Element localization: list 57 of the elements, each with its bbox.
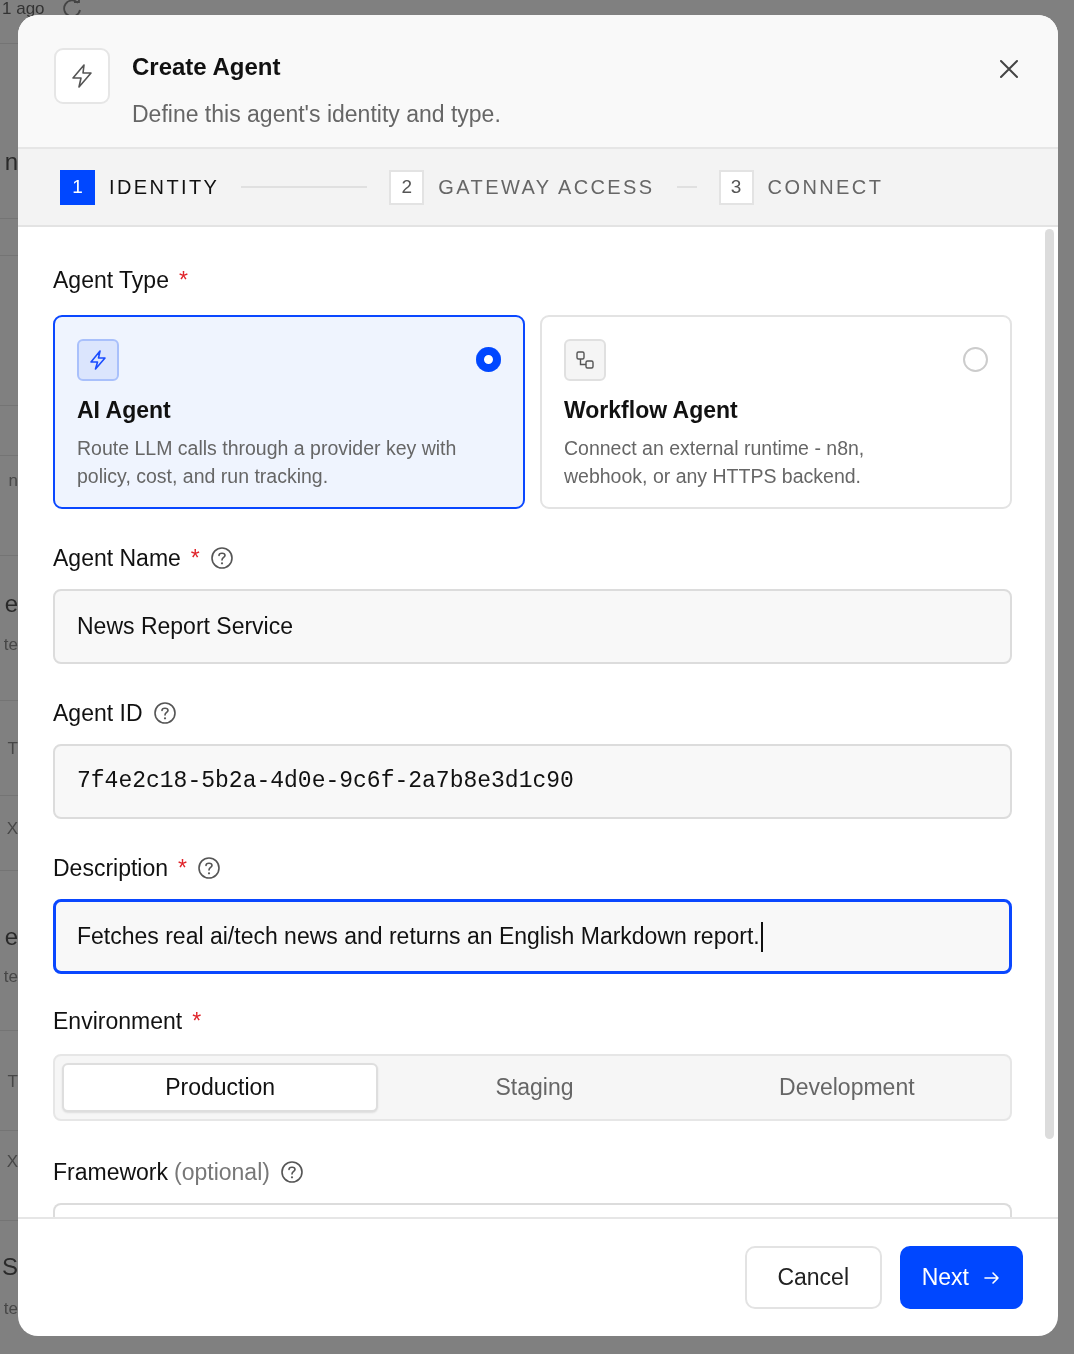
background-text: 1 ago xyxy=(2,0,45,17)
required-mark: * xyxy=(178,853,187,883)
help-icon xyxy=(279,1160,304,1184)
help-icon xyxy=(152,701,177,725)
field-label: Description xyxy=(53,853,169,883)
dialog-subtitle: Define this agent's identity and type. xyxy=(132,100,501,129)
agent-type-card[interactable]: Workflow Agent Connect an external runtime - n8n, webhook, or any HTTPS backend. xyxy=(540,315,1012,509)
required-mark: * xyxy=(178,265,188,295)
optional-hint: (optional) xyxy=(174,1157,270,1187)
field-label: Agent Type xyxy=(53,265,169,295)
help-icon xyxy=(209,546,234,570)
field-label: Agent Name xyxy=(53,543,181,573)
step-number: 1 xyxy=(60,169,95,205)
background-text: X xyxy=(6,1153,18,1170)
next-button[interactable]: Next xyxy=(899,1246,1023,1309)
background-text: X xyxy=(6,820,18,837)
cancel-button[interactable]: Cancel xyxy=(744,1246,882,1309)
required-mark: * xyxy=(192,1006,202,1036)
scrollbar[interactable] xyxy=(1045,229,1054,1139)
background-text: te xyxy=(3,968,18,985)
step-label: CONNECT xyxy=(767,175,884,200)
card-description: Route LLM calls through a provider key with policy, cost, and run tracking. xyxy=(77,435,458,489)
background-text: e xyxy=(4,925,18,949)
agent-type-card[interactable]: AI Agent Route LLM calls through a provider key with policy, cost, and run tracking. xyxy=(53,315,525,509)
field-label: Agent ID xyxy=(53,698,143,728)
card-title: Workflow Agent xyxy=(564,396,739,425)
step-label: GATEWAY ACCESS xyxy=(438,175,655,200)
field-label: Environment xyxy=(53,1006,183,1036)
input-field[interactable]: News Report Service xyxy=(53,589,1012,664)
radio-button[interactable] xyxy=(476,347,501,372)
field-label: Framework xyxy=(53,1157,168,1187)
environment-option[interactable]: Staging xyxy=(378,1063,691,1112)
help-icon xyxy=(197,856,221,880)
input-field[interactable]: Fetches real ai/tech news and returns an English Markdown report. xyxy=(53,899,1012,974)
card-description: Connect an external runtime - n8n, webhook, or any HTTPS backend. xyxy=(564,435,866,489)
background-text: te xyxy=(3,636,18,653)
input-field[interactable]: 7f4e2c18-5b2a-4d0e-9c6f-2a7b8e3d1c90 xyxy=(53,744,1012,819)
environment-option[interactable]: Production xyxy=(62,1063,379,1112)
step-label: IDENTITY xyxy=(109,175,220,200)
background-text: S xyxy=(2,1255,18,1279)
bolt-icon xyxy=(54,48,110,104)
workflow-icon xyxy=(564,339,606,381)
background-text: te xyxy=(3,1300,18,1317)
text-caret xyxy=(760,921,763,952)
card-title: AI Agent xyxy=(77,396,172,425)
background-text: n xyxy=(8,472,18,489)
bolt-icon xyxy=(77,339,119,381)
background-text: n xyxy=(4,150,18,174)
required-mark: * xyxy=(190,543,200,573)
radio-button[interactable] xyxy=(963,347,988,372)
background-text: T xyxy=(7,740,18,757)
background-text: e xyxy=(4,592,18,616)
environment-option[interactable]: Development xyxy=(690,1063,1003,1112)
step-number: 2 xyxy=(389,169,425,205)
step-number: 3 xyxy=(718,169,754,205)
background-text: T xyxy=(7,1073,18,1090)
dialog-title: Create Agent xyxy=(132,52,282,82)
